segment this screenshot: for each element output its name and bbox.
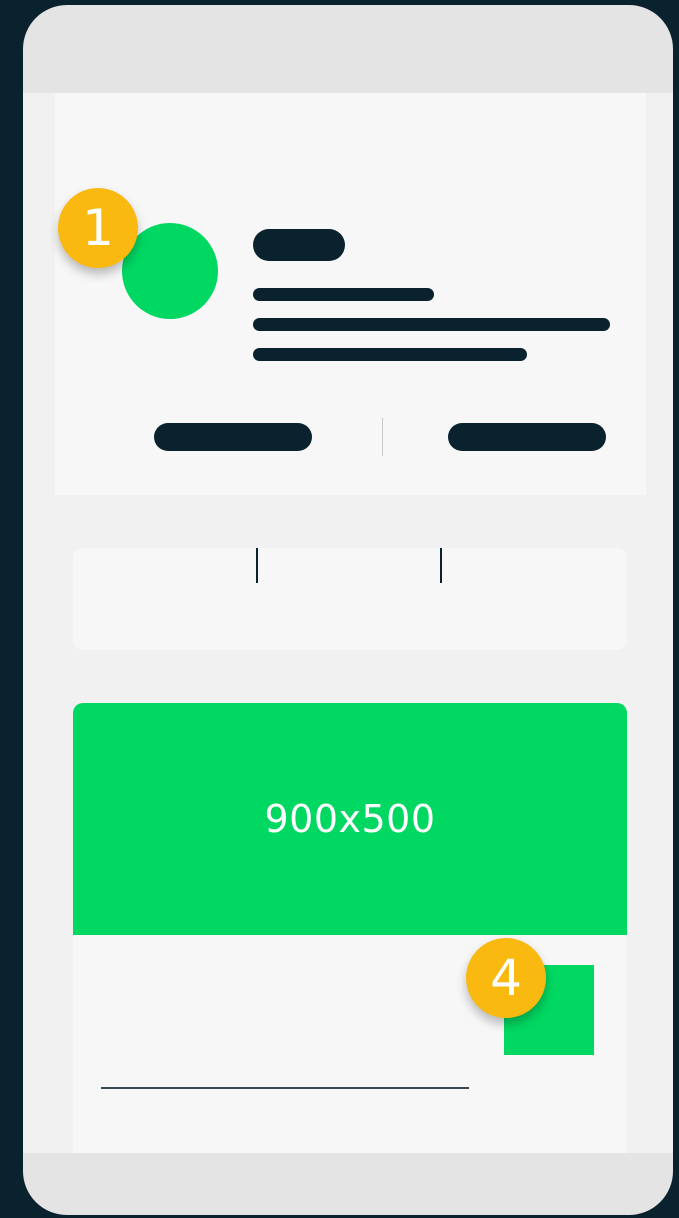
tab-2[interactable] bbox=[258, 548, 440, 598]
image-placeholder[interactable]: 900x500 bbox=[73, 703, 627, 935]
phone-frame: 900x500 bbox=[23, 5, 673, 1215]
profile-text-line-3 bbox=[253, 348, 527, 361]
tab-3[interactable] bbox=[442, 548, 627, 598]
action-divider bbox=[382, 418, 383, 456]
step-badge-4: 4 bbox=[466, 938, 546, 1018]
profile-header-card bbox=[55, 93, 646, 495]
profile-text-line-1 bbox=[253, 288, 434, 301]
profile-text-line-2 bbox=[253, 318, 610, 331]
tab-bar bbox=[73, 548, 627, 650]
tab-1[interactable] bbox=[73, 548, 256, 598]
step-badge-1: 1 bbox=[58, 188, 138, 268]
text-underline bbox=[101, 1087, 469, 1089]
image-size-label: 900x500 bbox=[264, 797, 436, 841]
profile-name-placeholder bbox=[253, 229, 345, 261]
media-card: 900x500 bbox=[73, 703, 627, 1153]
action-button-right[interactable] bbox=[448, 423, 606, 451]
action-button-left[interactable] bbox=[154, 423, 312, 451]
